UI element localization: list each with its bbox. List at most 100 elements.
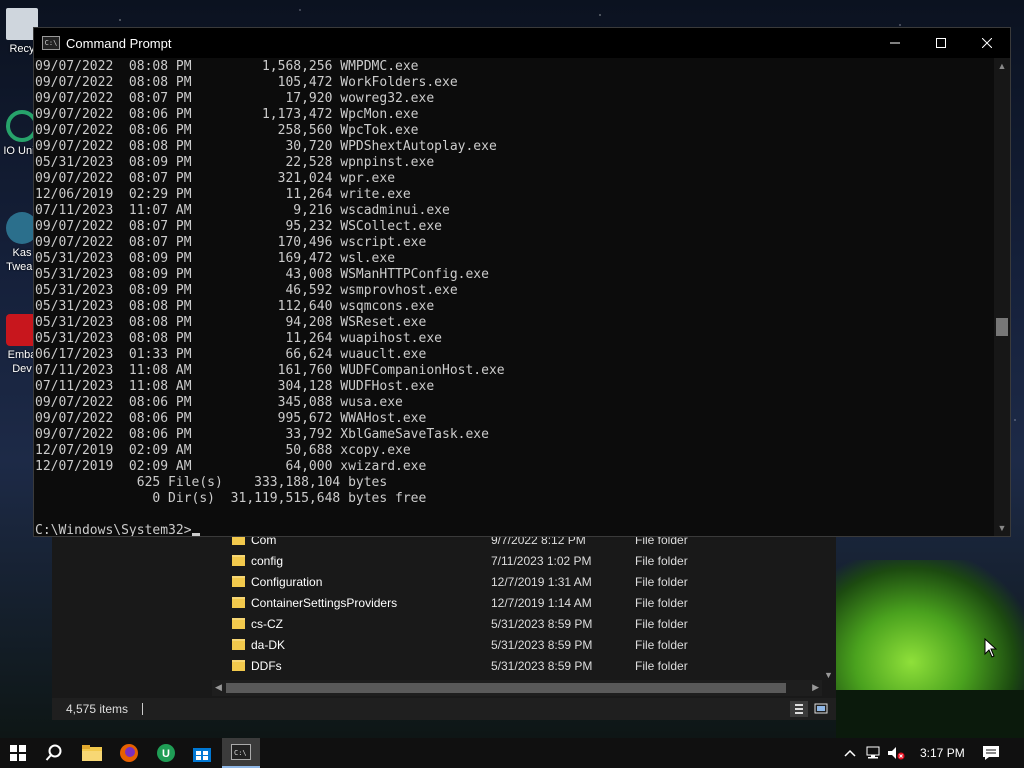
chevron-up-icon bbox=[844, 749, 856, 757]
taskbar-uget[interactable]: U bbox=[148, 738, 184, 768]
console-line: 09/07/2022 08:07 PM 17,920 wowreg32.exe bbox=[35, 91, 435, 106]
volume-button[interactable] bbox=[886, 746, 906, 760]
taskbar-firefox[interactable] bbox=[111, 738, 147, 768]
date-modified: 7/11/2023 1:02 PM bbox=[491, 553, 592, 568]
console-line: 09/07/2022 08:06 PM 258,560 WpcTok.exe bbox=[35, 123, 419, 138]
console-line: 06/17/2023 01:33 PM 66,624 wuauclt.exe bbox=[35, 347, 427, 362]
console-line: 12/07/2019 02:09 AM 64,000 xwizard.exe bbox=[35, 459, 427, 474]
console-line: 09/07/2022 08:08 PM 1,568,256 WMPDMC.exe bbox=[35, 59, 419, 74]
date-modified: 5/31/2023 8:59 PM bbox=[491, 658, 593, 673]
text-cursor bbox=[191, 533, 200, 536]
folder-icon bbox=[232, 618, 245, 629]
console-line: 12/06/2019 02:29 PM 11,264 write.exe bbox=[35, 187, 411, 202]
date-modified: 12/7/2019 1:14 AM bbox=[491, 595, 592, 610]
taskbar: U C:\ 3:17 PM bbox=[0, 738, 1024, 768]
console-output[interactable]: 09/07/2022 08:08 PM 1,568,256 WMPDMC.exe… bbox=[34, 58, 996, 536]
list-item[interactable]: da-DK 5/31/2023 8:59 PM File folder bbox=[232, 634, 822, 655]
scrollbar-thumb[interactable] bbox=[226, 683, 786, 693]
console-line: 09/07/2022 08:08 PM 30,720 WPDShextAutop… bbox=[35, 139, 497, 154]
action-center-button[interactable] bbox=[972, 738, 1010, 768]
vertical-scrollbar[interactable]: ▼ bbox=[822, 538, 836, 680]
start-button[interactable] bbox=[0, 738, 36, 768]
date-modified: 5/31/2023 8:59 PM bbox=[491, 616, 593, 631]
list-item[interactable]: ContainerSettingsProviders 12/7/2019 1:1… bbox=[232, 592, 822, 613]
console-line: 07/11/2023 11:08 AM 161,760 WUDFCompanio… bbox=[35, 363, 505, 378]
command-prompt-window[interactable]: C:\ Command Prompt 09/07/2022 08:08 PM 1… bbox=[33, 27, 1011, 537]
close-icon bbox=[982, 38, 992, 48]
scroll-right-arrow-icon[interactable]: ▶ bbox=[812, 682, 819, 693]
details-view-icon bbox=[795, 704, 803, 714]
list-item[interactable]: cs-CZ 5/31/2023 8:59 PM File folder bbox=[232, 613, 822, 634]
close-button[interactable] bbox=[964, 28, 1010, 58]
console-line: 0 Dir(s) 31,119,515,648 bytes free bbox=[35, 491, 427, 506]
taskbar-store[interactable] bbox=[184, 738, 220, 768]
file-type: File folder bbox=[635, 637, 688, 652]
taskbar-command-prompt[interactable]: C:\ bbox=[222, 738, 260, 768]
file-type: File folder bbox=[635, 553, 688, 568]
console-line: 09/07/2022 08:07 PM 95,232 WSCollect.exe bbox=[35, 219, 442, 234]
taskbar-file-explorer[interactable] bbox=[74, 738, 110, 768]
clock[interactable]: 3:17 PM bbox=[920, 746, 965, 760]
list-item[interactable]: DDFs 5/31/2023 8:59 PM File folder bbox=[232, 655, 822, 676]
navigation-pane[interactable] bbox=[52, 530, 212, 698]
maximize-button[interactable] bbox=[918, 28, 964, 58]
svg-text:C:\: C:\ bbox=[234, 749, 247, 757]
console-line: 05/31/2023 08:08 PM 94,208 WSReset.exe bbox=[35, 315, 427, 330]
scroll-up-arrow-icon[interactable]: ▲ bbox=[994, 58, 1010, 74]
console-line: 09/07/2022 08:06 PM 345,088 wusa.exe bbox=[35, 395, 403, 410]
console-line: 09/07/2022 08:07 PM 170,496 wscript.exe bbox=[35, 235, 427, 250]
uget-icon: U bbox=[157, 744, 175, 762]
file-explorer-icon bbox=[82, 745, 102, 761]
console-line: 05/31/2023 08:08 PM 11,264 wuapihost.exe bbox=[35, 331, 442, 346]
notification-icon bbox=[983, 746, 999, 760]
folder-icon bbox=[232, 576, 245, 587]
file-name: da-DK bbox=[251, 637, 286, 652]
file-list[interactable]: Com 9/7/2022 8:12 PM File folder config … bbox=[212, 530, 822, 680]
console-line: 09/07/2022 08:06 PM 33,792 XblGameSaveTa… bbox=[35, 427, 489, 442]
console-line: 09/07/2022 08:06 PM 995,672 WWAHost.exe bbox=[35, 411, 427, 426]
file-type: File folder bbox=[635, 658, 688, 673]
file-name: cs-CZ bbox=[251, 616, 283, 631]
maximize-icon bbox=[936, 38, 946, 48]
console-line: 09/07/2022 08:06 PM 1,173,472 WpcMon.exe bbox=[35, 107, 419, 122]
desktop-icon-label: Recy bbox=[9, 43, 35, 55]
file-name: DDFs bbox=[251, 658, 282, 673]
vertical-scrollbar[interactable]: ▲ ▼ bbox=[994, 58, 1010, 536]
network-button[interactable] bbox=[862, 746, 886, 760]
file-explorer-window: Com 9/7/2022 8:12 PM File folder config … bbox=[52, 530, 836, 720]
windows-logo-icon bbox=[10, 745, 26, 761]
command-line-prompt[interactable]: C:\Windows\System32> bbox=[35, 523, 996, 536]
title-bar[interactable]: C:\ Command Prompt bbox=[34, 28, 1010, 58]
console-line: 05/31/2023 08:09 PM 43,008 WSManHTTPConf… bbox=[35, 267, 489, 282]
console-line: 05/31/2023 08:09 PM 22,528 wpnpinst.exe bbox=[35, 155, 435, 170]
minimize-button[interactable] bbox=[872, 28, 918, 58]
search-button[interactable] bbox=[36, 738, 72, 768]
file-type: File folder bbox=[635, 574, 688, 589]
list-item[interactable]: Configuration 12/7/2019 1:31 AM File fol… bbox=[232, 571, 822, 592]
scroll-down-arrow-icon[interactable]: ▼ bbox=[824, 670, 833, 680]
folder-icon bbox=[232, 597, 245, 608]
file-type: File folder bbox=[635, 616, 688, 631]
scroll-down-arrow-icon[interactable]: ▼ bbox=[994, 520, 1010, 536]
large-icons-view-button[interactable] bbox=[812, 701, 830, 717]
command-prompt-icon: C:\ bbox=[42, 36, 60, 50]
console-line: 09/07/2022 08:07 PM 321,024 wpr.exe bbox=[35, 171, 396, 186]
date-modified: 12/7/2019 1:31 AM bbox=[491, 574, 592, 589]
show-hidden-icons-button[interactable] bbox=[842, 749, 858, 757]
mouse-pointer-icon bbox=[984, 638, 998, 658]
status-divider bbox=[142, 703, 144, 715]
list-item[interactable]: config 7/11/2023 1:02 PM File folder bbox=[232, 550, 822, 571]
console-line: 07/11/2023 11:08 AM 304,128 WUDFHost.exe bbox=[35, 379, 435, 394]
file-name: Configuration bbox=[251, 574, 323, 589]
scroll-left-arrow-icon[interactable]: ◀ bbox=[215, 682, 222, 693]
firefox-icon bbox=[120, 744, 138, 762]
scrollbar-thumb[interactable] bbox=[996, 317, 1008, 336]
details-view-button[interactable] bbox=[790, 701, 808, 717]
console-line: 07/11/2023 11:07 AM 9,216 wscadminui.exe bbox=[35, 203, 450, 218]
window-title: Command Prompt bbox=[66, 35, 172, 51]
status-bar: 4,575 items bbox=[52, 698, 836, 720]
horizontal-scrollbar[interactable]: ◀ ▶ bbox=[212, 680, 822, 696]
network-icon bbox=[866, 746, 880, 759]
svg-text:U: U bbox=[162, 748, 170, 760]
large-icons-view-icon bbox=[814, 703, 828, 714]
